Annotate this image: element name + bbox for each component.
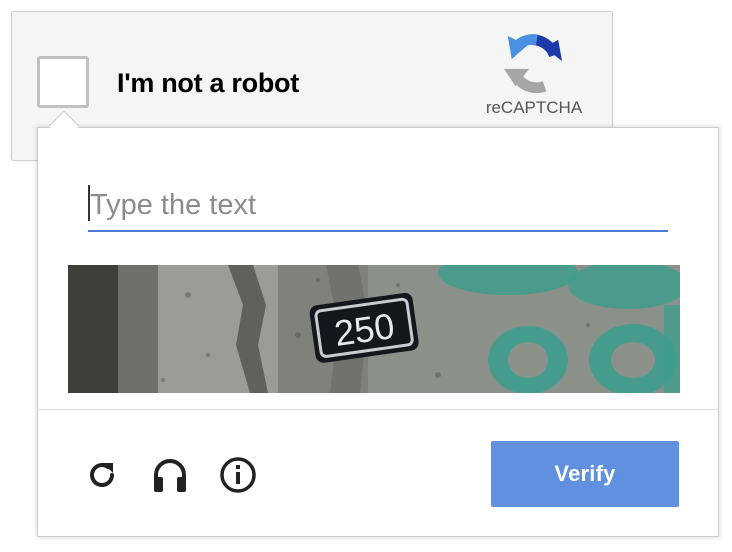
recaptcha-logo-icon <box>503 34 563 94</box>
headphones-icon <box>154 459 186 492</box>
audio-challenge-button[interactable] <box>150 455 190 495</box>
not-robot-checkbox[interactable] <box>37 56 89 108</box>
captcha-challenge-image: 250 <box>68 265 680 393</box>
footer-divider <box>38 409 718 410</box>
challenge-popup: 250 Verify <box>37 127 719 537</box>
help-button[interactable] <box>218 455 258 495</box>
recaptcha-brand-label: reCAPTCHA <box>485 98 583 117</box>
refresh-icon <box>90 463 114 487</box>
reload-challenge-button[interactable] <box>82 455 122 495</box>
captcha-plate-number: 250 <box>332 305 397 354</box>
checkbox-label: I'm not a robot <box>117 68 299 98</box>
verify-button[interactable]: Verify <box>491 441 679 507</box>
info-icon <box>220 457 256 493</box>
text-caret <box>88 185 90 221</box>
captcha-answer-input[interactable] <box>88 180 668 232</box>
